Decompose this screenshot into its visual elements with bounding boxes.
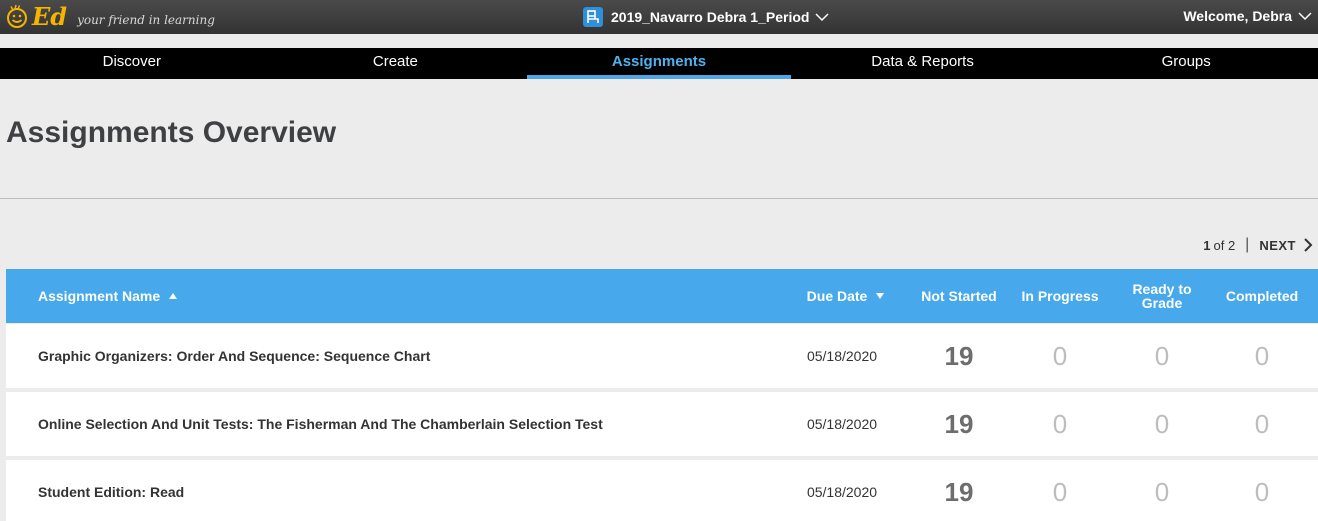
page-current: 1: [1203, 237, 1211, 253]
assignment-name-link[interactable]: Online Selection And Unit Tests: The Fis…: [38, 392, 603, 456]
sort-down-icon: [876, 293, 885, 299]
ed-logo[interactable]: Ed your friend in learning: [4, 2, 215, 32]
ready-to-grade-count: 0: [1154, 340, 1170, 371]
chevron-down-icon: [1298, 12, 1312, 21]
assignment-name-link[interactable]: Graphic Organizers: Order And Sequence: …: [38, 324, 430, 388]
assignment-name-link[interactable]: Student Edition: Read: [38, 460, 184, 521]
class-name: 2019_Navarro Debra 1_Period: [611, 9, 810, 25]
completed-count: 0: [1254, 476, 1270, 507]
main-nav: Discover Create Assignments Data & Repor…: [0, 48, 1318, 79]
class-selector[interactable]: 2019_Navarro Debra 1_Period: [583, 7, 829, 27]
ready-to-grade-count: 0: [1154, 408, 1170, 439]
column-due-date[interactable]: Due Date: [796, 269, 896, 323]
nav-discover[interactable]: Discover: [0, 48, 264, 79]
column-ready-to-grade[interactable]: Ready to Grade: [1116, 269, 1208, 323]
table-row[interactable]: Online Selection And Unit Tests: The Fis…: [6, 392, 1318, 456]
page-total: of 2: [1213, 237, 1236, 253]
column-label: Assignment Name: [38, 288, 161, 304]
classroom-icon: [583, 7, 603, 27]
ready-to-grade-count: 0: [1154, 476, 1170, 507]
not-started-count[interactable]: 19: [912, 392, 1006, 456]
column-label: Due Date: [806, 288, 868, 304]
not-started-count[interactable]: 19: [912, 460, 1006, 521]
user-menu[interactable]: Welcome, Debra: [1183, 8, 1312, 24]
nav-assignments[interactable]: Assignments: [527, 48, 791, 79]
nav-data-reports[interactable]: Data & Reports: [791, 48, 1055, 79]
due-date: 05/18/2020: [806, 348, 878, 364]
pager-separator: |: [1245, 236, 1250, 253]
logo-tagline: your friend in learning: [77, 13, 215, 27]
nav-groups[interactable]: Groups: [1054, 48, 1318, 79]
due-date: 05/18/2020: [806, 484, 878, 500]
divider: [0, 198, 1318, 199]
smiley-logo-icon: [7, 4, 27, 28]
top-bar: Ed your friend in learning 2019_Navarro …: [0, 0, 1318, 34]
table-header: Assignment Name Due Date Not Started In …: [6, 269, 1318, 323]
page-title: Assignments Overview: [6, 116, 337, 149]
chevron-right-icon: [1304, 238, 1313, 252]
next-page-button[interactable]: NEXT: [1259, 238, 1314, 253]
in-progress-count: 0: [1052, 340, 1068, 371]
pagination: 1 of 2 | NEXT: [1203, 236, 1314, 254]
completed-count: 0: [1254, 408, 1270, 439]
not-started-count[interactable]: 19: [912, 324, 1006, 388]
table-row[interactable]: Student Edition: Read 05/18/2020 19 0 0 …: [6, 460, 1318, 521]
sort-up-icon: [169, 293, 178, 299]
column-assignment-name[interactable]: Assignment Name: [38, 269, 178, 323]
completed-count: 0: [1254, 340, 1270, 371]
due-date: 05/18/2020: [806, 416, 878, 432]
column-not-started[interactable]: Not Started: [912, 269, 1006, 323]
column-completed[interactable]: Completed: [1212, 269, 1312, 323]
logo-text: Ed: [32, 2, 68, 31]
table-row[interactable]: Graphic Organizers: Order And Sequence: …: [6, 324, 1318, 388]
next-label: NEXT: [1259, 237, 1296, 253]
welcome-text: Welcome, Debra: [1183, 8, 1292, 24]
column-in-progress[interactable]: In Progress: [1012, 269, 1108, 323]
in-progress-count: 0: [1052, 476, 1068, 507]
nav-create[interactable]: Create: [264, 48, 528, 79]
in-progress-count: 0: [1052, 408, 1068, 439]
chevron-down-icon: [815, 13, 829, 22]
